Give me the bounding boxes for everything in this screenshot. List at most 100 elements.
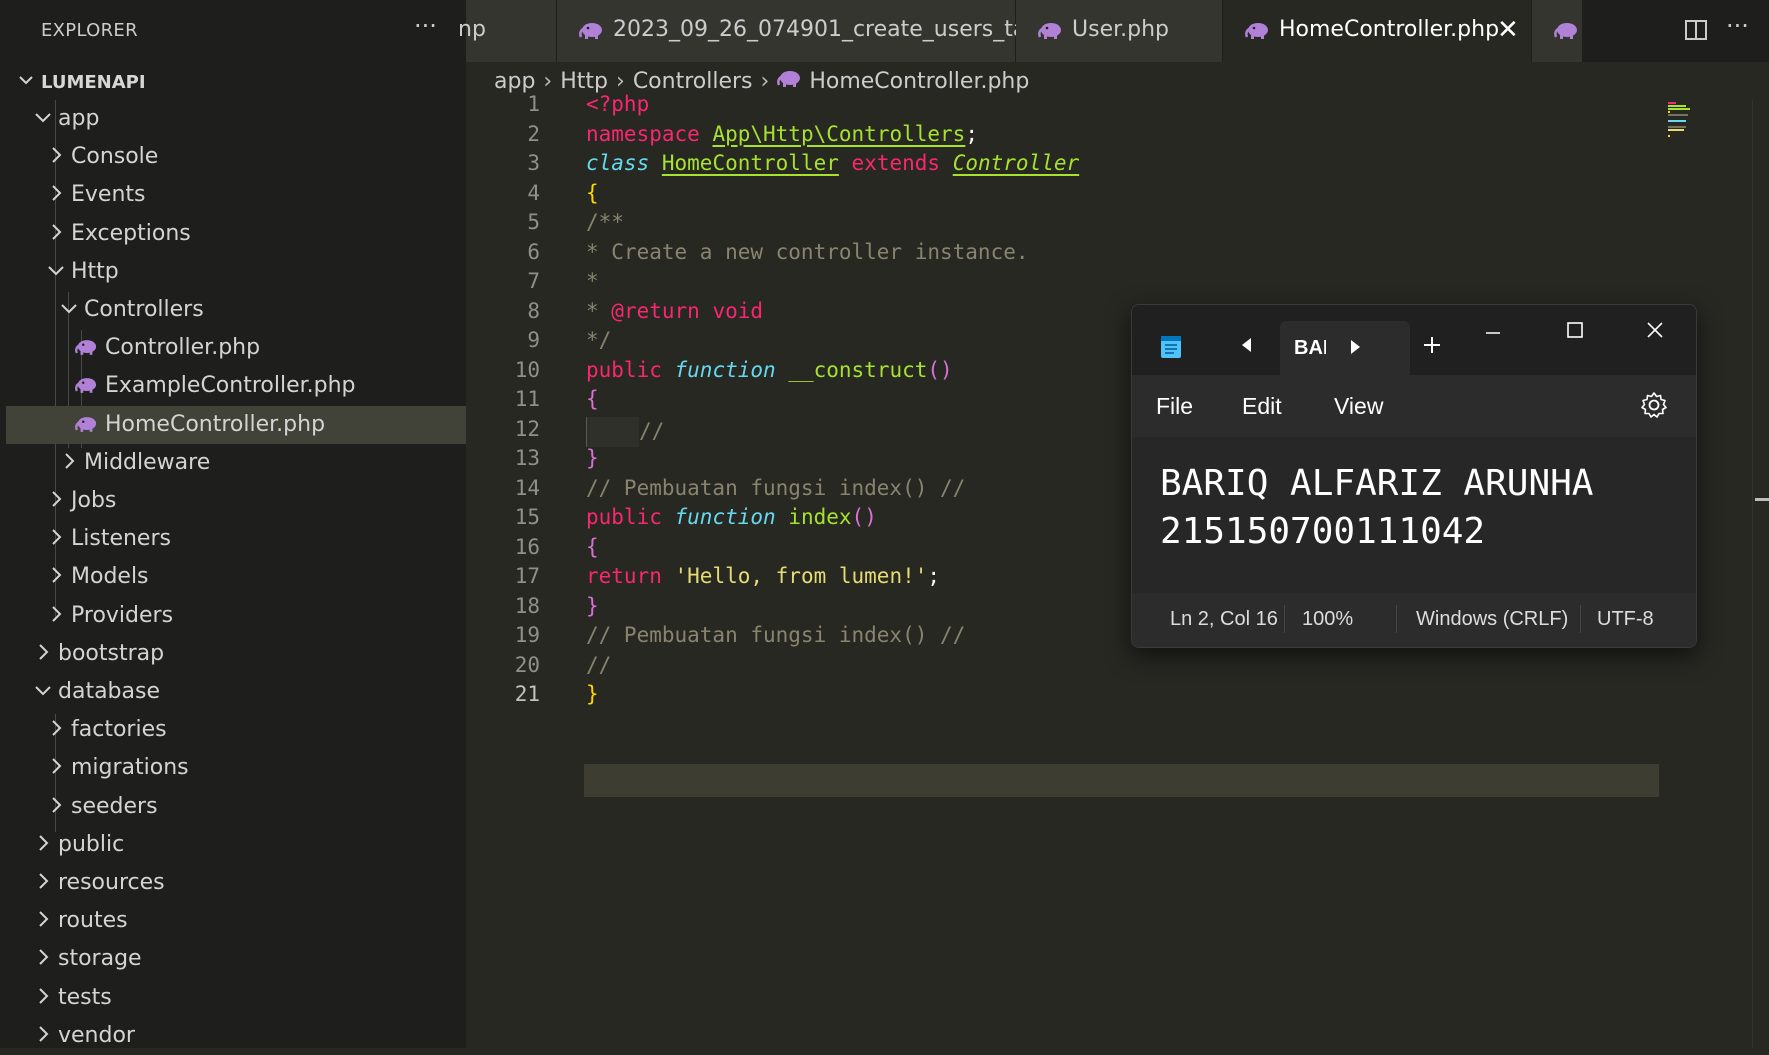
line-number: 1	[527, 92, 540, 116]
new-tab-plus-icon[interactable]	[1422, 335, 1442, 360]
php-elephant-icon	[1554, 22, 1578, 44]
tree-folder[interactable]: storage	[6, 940, 466, 978]
tab-user-php[interactable]: User.php	[1016, 0, 1223, 62]
explorer-more-icon[interactable]: ···	[414, 12, 437, 40]
tree-folder[interactable]: Listeners	[6, 520, 466, 558]
code-token: extends	[851, 151, 941, 175]
code-line: /**	[586, 210, 624, 234]
tab-create-users-table[interactable]: 2023_09_26_074901_create_users_table.php	[557, 0, 1109, 62]
tree-folder[interactable]: migrations	[6, 749, 466, 787]
code-token: }	[586, 593, 599, 618]
tab-home-controller[interactable]: HomeController.php ✕	[1223, 0, 1532, 62]
menu-view[interactable]: View	[1334, 393, 1383, 420]
tree-file[interactable]: HomeController.php	[6, 405, 466, 444]
line-ending[interactable]: Windows (CRLF)	[1416, 608, 1568, 631]
tab-partial-next[interactable]	[1532, 0, 1583, 62]
status-divider	[1284, 605, 1285, 633]
tree-item-label: Models	[71, 564, 149, 590]
tree-folder[interactable]: resources	[6, 864, 466, 902]
breadcrumb-item[interactable]: app	[494, 69, 535, 94]
tree-folder[interactable]: Events	[6, 176, 466, 214]
chevron-right-icon	[60, 448, 80, 474]
code-line: namespace App\Http\Controllers;	[586, 122, 978, 146]
breadcrumb-item[interactable]: HomeController.php	[809, 69, 1029, 94]
encoding[interactable]: UTF-8	[1597, 608, 1654, 631]
notepad-text-area[interactable]: BARIQ ALFARIZ ARUNHA 215150700111042	[1132, 437, 1696, 593]
minimap[interactable]	[1666, 100, 1706, 140]
notepad-window[interactable]: BARIQ ALFARIZ ARUNHA File Edit View BARI…	[1131, 304, 1697, 648]
tree-file[interactable]: Controller.php	[6, 329, 466, 367]
tree-folder[interactable]: database	[6, 673, 466, 711]
chevron-right-icon	[34, 868, 54, 894]
notepad-tab[interactable]: BARIQ ALFARIZ ARUNHA	[1280, 321, 1410, 375]
menu-edit[interactable]: Edit	[1242, 393, 1282, 420]
line-number: 9	[527, 328, 540, 352]
line-number: 16	[514, 534, 540, 559]
tree-folder[interactable]: vendor	[6, 1017, 466, 1055]
tree-folder[interactable]: Console	[6, 138, 466, 176]
php-elephant-icon	[75, 416, 97, 434]
tree-folder[interactable]: Controllers	[6, 291, 466, 329]
tree-file[interactable]: ExampleController.php	[6, 367, 466, 405]
tree-folder[interactable]: public	[6, 826, 466, 864]
code-line: * @return void	[586, 299, 763, 323]
chevron-right-icon: ›	[543, 68, 553, 94]
minimize-icon[interactable]	[1484, 325, 1502, 343]
tree-folder[interactable]: Exceptions	[6, 215, 466, 253]
tree-folder[interactable]: Http	[6, 253, 466, 291]
code-token: class	[586, 151, 650, 175]
more-actions-icon[interactable]: ···	[1726, 12, 1749, 40]
line-number: 8	[527, 298, 540, 323]
php-elephant-icon	[1245, 22, 1269, 44]
code-token: }	[586, 446, 599, 470]
php-elephant-icon	[75, 339, 97, 357]
code-token: ()	[927, 357, 953, 382]
code-token: // Pembuatan fungsi index() //	[586, 623, 966, 647]
line-number: 13	[514, 446, 540, 470]
tree-folder[interactable]: Providers	[6, 597, 466, 635]
line-number: 14	[514, 475, 540, 500]
tree-folder[interactable]: seeders	[6, 788, 466, 826]
split-editor-icon[interactable]	[1684, 18, 1708, 46]
tree-folder[interactable]: Middleware	[6, 444, 466, 482]
notepad-text-line: BARIQ ALFARIZ ARUNHA	[1160, 463, 1594, 504]
breadcrumb-item[interactable]: Http	[560, 69, 608, 94]
explorer-header: EXPLORER ···	[6, 0, 466, 62]
notepad-titlebar[interactable]: BARIQ ALFARIZ ARUNHA	[1132, 305, 1696, 375]
code-token: *	[586, 269, 599, 293]
breadcrumb-item[interactable]: Controllers	[633, 69, 753, 94]
tree-item-label: HomeController.php	[105, 411, 326, 437]
settings-gear-icon[interactable]	[1640, 391, 1668, 424]
close-window-icon[interactable]	[1646, 321, 1664, 344]
close-icon[interactable]: ✕	[1497, 15, 1519, 45]
scroll-tabs-left-icon[interactable]	[1240, 337, 1254, 358]
code-token: }	[586, 682, 599, 706]
tree-folder[interactable]: app	[6, 100, 466, 138]
vertical-scrollbar[interactable]	[1752, 100, 1769, 1048]
php-elephant-icon	[1038, 22, 1062, 44]
notepad-app-icon	[1160, 333, 1182, 364]
tab-partial-php[interactable]: np	[458, 0, 557, 62]
scrollbar-thumb[interactable]	[1755, 498, 1769, 501]
zoom-level[interactable]: 100%	[1302, 608, 1353, 631]
line-number: 19	[514, 623, 540, 647]
tree-folder[interactable]: routes	[6, 902, 466, 940]
chevron-right-icon	[47, 486, 67, 512]
code-token: @return	[611, 298, 700, 323]
tree-folder[interactable]: bootstrap	[6, 635, 466, 673]
tree-folder[interactable]: Models	[6, 558, 466, 596]
tree-folder[interactable]: tests	[6, 979, 466, 1017]
line-number: 7	[527, 269, 540, 293]
scroll-tabs-right-icon[interactable]	[1348, 339, 1362, 360]
code-token: // Pembuatan fungsi index() //	[586, 475, 966, 500]
code-line: *	[586, 269, 599, 293]
menu-file[interactable]: File	[1156, 393, 1193, 420]
tree-folder[interactable]: Jobs	[6, 482, 466, 520]
project-header[interactable]: LUMENAPI	[6, 62, 466, 100]
tree-folder[interactable]: factories	[6, 711, 466, 749]
maximize-icon[interactable]	[1566, 321, 1584, 344]
cursor-position: Ln 2, Col 16	[1170, 608, 1278, 630]
